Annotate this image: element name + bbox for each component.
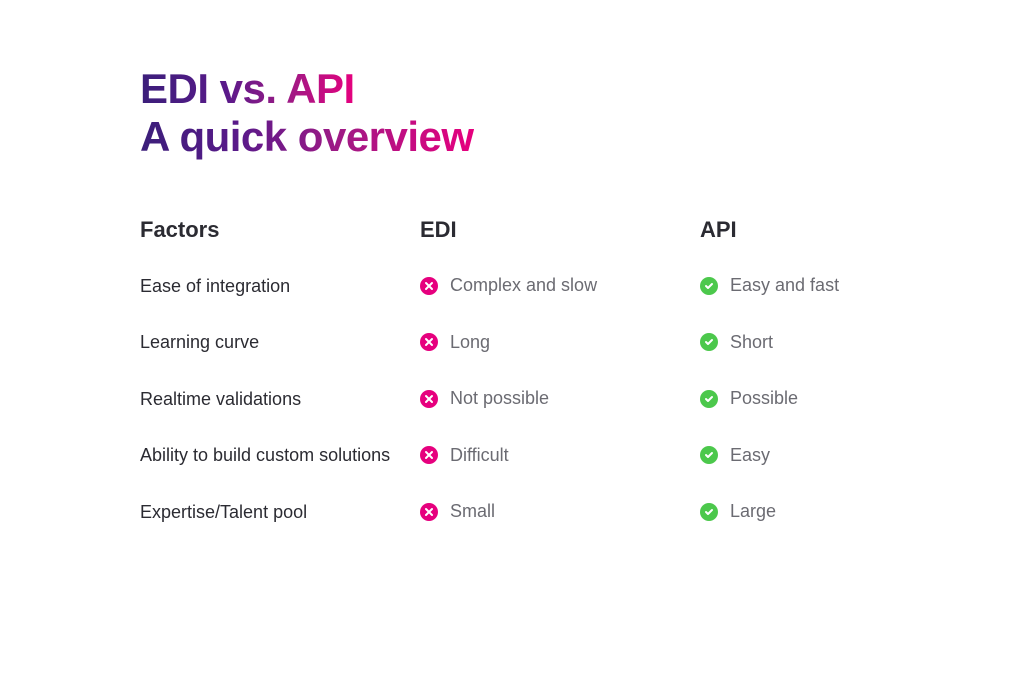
api-value-cell: Possible: [700, 388, 884, 409]
cross-icon: [420, 390, 438, 408]
factor-label: Realtime validations: [140, 388, 420, 411]
edi-value-cell: Not possible: [420, 388, 700, 409]
check-icon: [700, 390, 718, 408]
table-header-row: Factors EDI API: [140, 217, 884, 243]
table-row: Learning curve Long Short: [140, 331, 884, 354]
api-value-cell: Short: [700, 332, 884, 353]
header-api: API: [700, 217, 884, 243]
header-edi: EDI: [420, 217, 700, 243]
edi-value-cell: Small: [420, 501, 700, 522]
api-value-text: Large: [730, 501, 776, 522]
check-icon: [700, 277, 718, 295]
api-value-cell: Large: [700, 501, 884, 522]
api-value-cell: Easy and fast: [700, 275, 884, 296]
table-row: Expertise/Talent pool Small Large: [140, 501, 884, 524]
factor-label: Expertise/Talent pool: [140, 501, 420, 524]
cross-icon: [420, 503, 438, 521]
edi-value-text: Complex and slow: [450, 275, 597, 296]
page-title: EDI vs. API A quick overview: [140, 65, 884, 162]
edi-value-cell: Difficult: [420, 445, 700, 466]
cross-icon: [420, 277, 438, 295]
factor-label: Ease of integration: [140, 275, 420, 298]
edi-value-cell: Complex and slow: [420, 275, 700, 296]
api-value-cell: Easy: [700, 445, 884, 466]
edi-value-text: Long: [450, 332, 490, 353]
api-value-text: Easy: [730, 445, 770, 466]
api-value-text: Short: [730, 332, 773, 353]
edi-value-text: Small: [450, 501, 495, 522]
comparison-table: Factors EDI API Ease of integration Compl…: [140, 217, 884, 524]
edi-value-text: Not possible: [450, 388, 549, 409]
table-row: Ease of integration Complex and slow Easy …: [140, 275, 884, 298]
check-icon: [700, 503, 718, 521]
title-line-2: A quick overview: [140, 113, 474, 161]
api-value-text: Possible: [730, 388, 798, 409]
edi-value-cell: Long: [420, 332, 700, 353]
table-row: Realtime validations Not possible Possible: [140, 388, 884, 411]
cross-icon: [420, 446, 438, 464]
edi-value-text: Difficult: [450, 445, 509, 466]
factor-label: Learning curve: [140, 331, 420, 354]
title-line-1: EDI vs. API: [140, 65, 355, 113]
check-icon: [700, 446, 718, 464]
check-icon: [700, 333, 718, 351]
cross-icon: [420, 333, 438, 351]
factor-label: Ability to build custom solutions: [140, 444, 420, 467]
table-row: Ability to build custom solutions Difficu…: [140, 444, 884, 467]
api-value-text: Easy and fast: [730, 275, 839, 296]
header-factors: Factors: [140, 217, 420, 243]
